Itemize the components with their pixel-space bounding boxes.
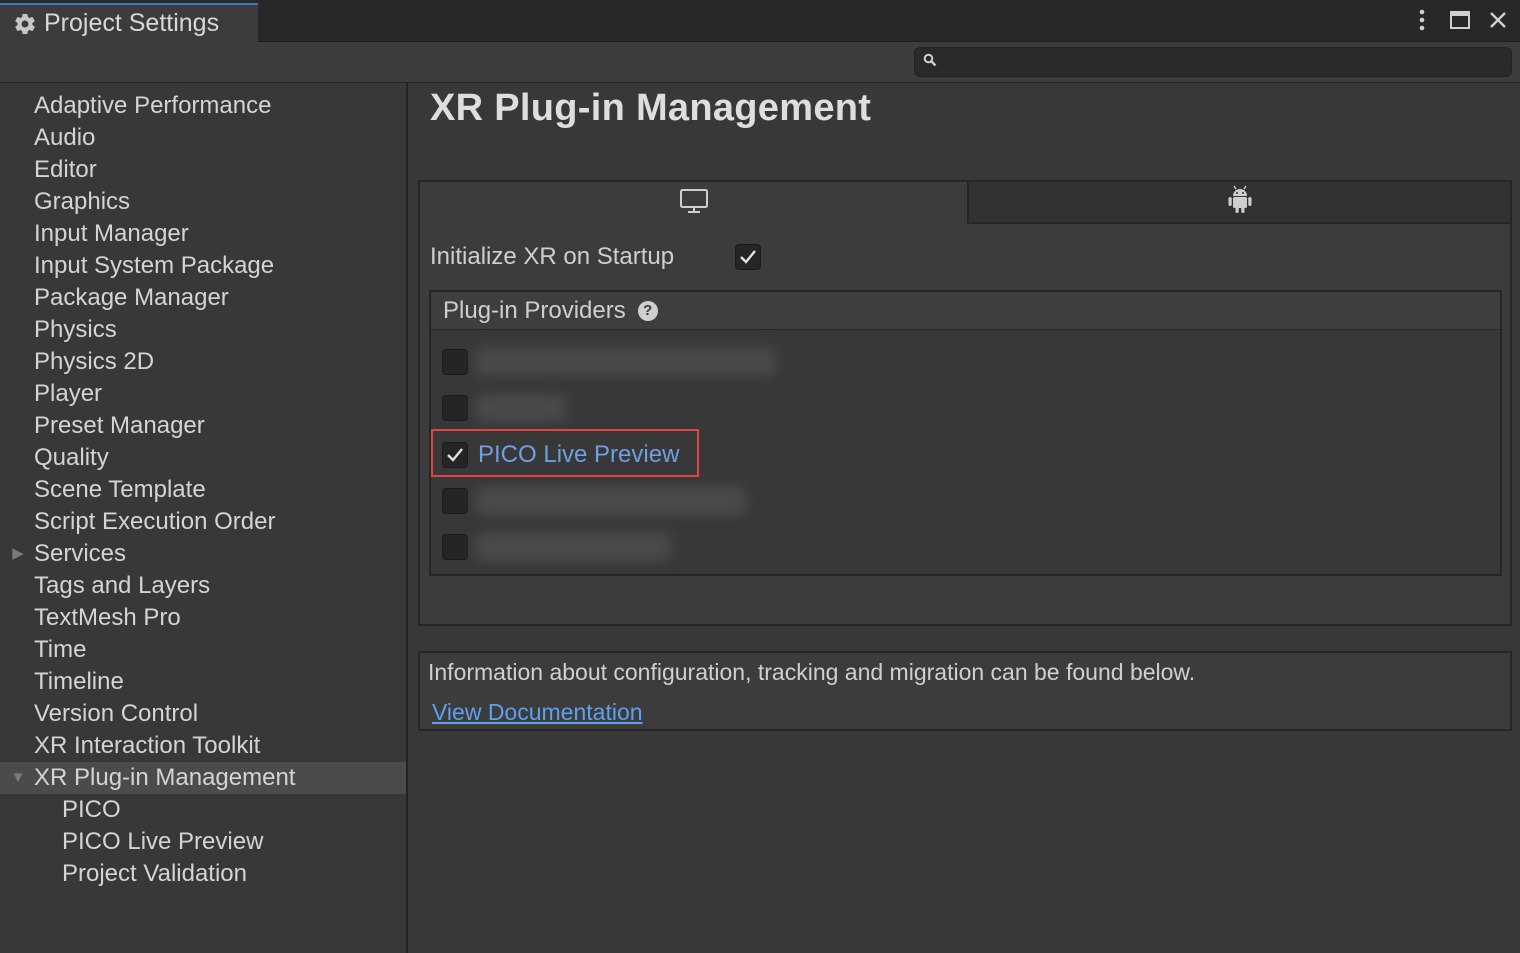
sidebar-item-label: PICO bbox=[62, 796, 121, 823]
initialize-xr-checkbox[interactable] bbox=[735, 244, 761, 270]
sidebar-item-label: Graphics bbox=[34, 188, 131, 215]
info-box: Information about configuration, trackin… bbox=[418, 651, 1512, 731]
sidebar-item-label: Adaptive Performance bbox=[34, 92, 272, 119]
sidebar-item-script-execution-order[interactable]: Script Execution Order bbox=[0, 506, 406, 538]
sidebar-item-tags-and-layers[interactable]: Tags and Layers bbox=[0, 570, 406, 602]
sidebar-item-label: Services bbox=[34, 540, 127, 567]
search-icon bbox=[923, 53, 937, 72]
sidebar-item-label: Input Manager bbox=[34, 220, 189, 247]
sidebar-item-label: Input System Package bbox=[34, 252, 275, 279]
provider-checkbox[interactable] bbox=[442, 349, 468, 375]
sidebar-item-adaptive-performance[interactable]: Adaptive Performance bbox=[0, 90, 406, 122]
sidebar-item-label: Script Execution Order bbox=[34, 508, 276, 535]
help-icon[interactable]: ? bbox=[637, 300, 658, 321]
window-controls bbox=[1410, 6, 1510, 34]
sidebar-item-label: Time bbox=[34, 636, 87, 663]
android-icon bbox=[1227, 185, 1253, 220]
tab-title: Project Settings bbox=[44, 9, 220, 37]
provider-row bbox=[442, 532, 671, 562]
highlight-box bbox=[431, 429, 699, 477]
sidebar-item-services[interactable]: ▶ Services bbox=[0, 538, 406, 570]
search-field[interactable] bbox=[914, 47, 1512, 77]
desktop-monitor-icon bbox=[679, 188, 709, 219]
provider-row bbox=[442, 393, 566, 423]
provider-row bbox=[442, 486, 746, 516]
platform-tabs bbox=[420, 182, 1510, 224]
provider-checkbox[interactable] bbox=[442, 488, 468, 514]
sidebar-item-label: Project Validation bbox=[62, 860, 247, 887]
gear-icon bbox=[12, 11, 38, 37]
sidebar-item-project-validation[interactable]: Project Validation bbox=[0, 858, 406, 890]
plugin-providers-panel: Plug-in Providers ? PICO Live Preview bbox=[429, 290, 1502, 576]
initialize-xr-row: Initialize XR on Startup bbox=[430, 242, 761, 272]
sidebar-item-label: Quality bbox=[34, 444, 109, 471]
sidebar-item-physics[interactable]: Physics bbox=[0, 314, 406, 346]
redacted-provider-label bbox=[476, 394, 566, 422]
settings-sidebar: Adaptive Performance Audio Editor Graphics I… bbox=[0, 83, 408, 953]
project-settings-tab[interactable]: Project Settings bbox=[0, 3, 258, 42]
sidebar-item-player[interactable]: Player bbox=[0, 378, 406, 410]
sidebar-item-graphics[interactable]: Graphics bbox=[0, 186, 406, 218]
provider-checkbox[interactable] bbox=[442, 534, 468, 560]
sidebar-item-audio[interactable]: Audio bbox=[0, 122, 406, 154]
sidebar-item-label: Package Manager bbox=[34, 284, 229, 311]
close-icon[interactable] bbox=[1486, 6, 1510, 34]
sidebar-item-label: Editor bbox=[34, 156, 97, 183]
sidebar-item-input-manager[interactable]: Input Manager bbox=[0, 218, 406, 250]
info-text: Information about configuration, trackin… bbox=[428, 659, 1196, 685]
plugin-providers-header: Plug-in Providers ? bbox=[431, 292, 1500, 330]
sidebar-item-xr-interaction-toolkit[interactable]: XR Interaction Toolkit bbox=[0, 730, 406, 762]
toolbar bbox=[0, 42, 1520, 83]
sidebar-item-preset-manager[interactable]: Preset Manager bbox=[0, 410, 406, 442]
sidebar-item-label: Audio bbox=[34, 124, 96, 151]
checkmark-icon bbox=[740, 250, 756, 264]
redacted-provider-label bbox=[476, 533, 671, 561]
maximize-icon[interactable] bbox=[1448, 6, 1472, 34]
sidebar-item-label: Physics bbox=[34, 316, 117, 343]
sidebar-item-label: Scene Template bbox=[34, 476, 206, 503]
plugin-providers-label: Plug-in Providers bbox=[443, 296, 626, 324]
more-options-icon[interactable] bbox=[1410, 6, 1434, 34]
initialize-xr-label: Initialize XR on Startup bbox=[430, 243, 675, 270]
sidebar-item-label: XR Plug-in Management bbox=[34, 764, 296, 791]
sidebar-item-label: TextMesh Pro bbox=[34, 604, 181, 631]
search-input[interactable] bbox=[943, 51, 1511, 73]
redacted-provider-label bbox=[476, 487, 746, 515]
sidebar-item-package-manager[interactable]: Package Manager bbox=[0, 282, 406, 314]
tab-standalone[interactable] bbox=[420, 182, 967, 224]
provider-checkbox[interactable] bbox=[442, 395, 468, 421]
sidebar-item-label: Physics 2D bbox=[34, 348, 155, 375]
sidebar-item-time[interactable]: Time bbox=[0, 634, 406, 666]
sidebar-item-quality[interactable]: Quality bbox=[0, 442, 406, 474]
sidebar-item-timeline[interactable]: Timeline bbox=[0, 666, 406, 698]
sidebar-item-label: Timeline bbox=[34, 668, 124, 695]
sidebar-item-textmesh-pro[interactable]: TextMesh Pro bbox=[0, 602, 406, 634]
sidebar-item-editor[interactable]: Editor bbox=[0, 154, 406, 186]
provider-row bbox=[442, 347, 776, 377]
sidebar-item-label: XR Interaction Toolkit bbox=[34, 732, 261, 759]
page-title: XR Plug-in Management bbox=[430, 87, 872, 129]
sidebar-item-label: Player bbox=[34, 380, 103, 407]
sidebar-item-input-system-package[interactable]: Input System Package bbox=[0, 250, 406, 282]
sidebar-item-version-control[interactable]: Version Control bbox=[0, 698, 406, 730]
platform-settings-box: Initialize XR on Startup Plug-in Provide… bbox=[418, 180, 1512, 626]
sidebar-item-xr-plug-in-management[interactable]: ▼ XR Plug-in Management bbox=[0, 762, 406, 794]
sidebar-item-label: Preset Manager bbox=[34, 412, 205, 439]
sidebar-item-pico-live-preview[interactable]: PICO Live Preview bbox=[0, 826, 406, 858]
expand-down-arrow-icon[interactable]: ▼ bbox=[9, 762, 27, 794]
sidebar-item-label: Version Control bbox=[34, 700, 199, 727]
tab-android[interactable] bbox=[967, 182, 1510, 224]
redacted-provider-label bbox=[476, 348, 776, 376]
sidebar-item-pico[interactable]: PICO bbox=[0, 794, 406, 826]
sidebar-item-physics-2d[interactable]: Physics 2D bbox=[0, 346, 406, 378]
sidebar-item-scene-template[interactable]: Scene Template bbox=[0, 474, 406, 506]
expand-right-arrow-icon[interactable]: ▶ bbox=[9, 538, 27, 570]
view-documentation-link[interactable]: View Documentation bbox=[432, 699, 643, 726]
sidebar-item-label: PICO Live Preview bbox=[62, 828, 264, 855]
sidebar-item-label: Tags and Layers bbox=[34, 572, 211, 599]
window-title-bar: Project Settings bbox=[0, 0, 1520, 42]
main-panel: XR Plug-in Management Initialize XR on S… bbox=[410, 83, 1520, 953]
